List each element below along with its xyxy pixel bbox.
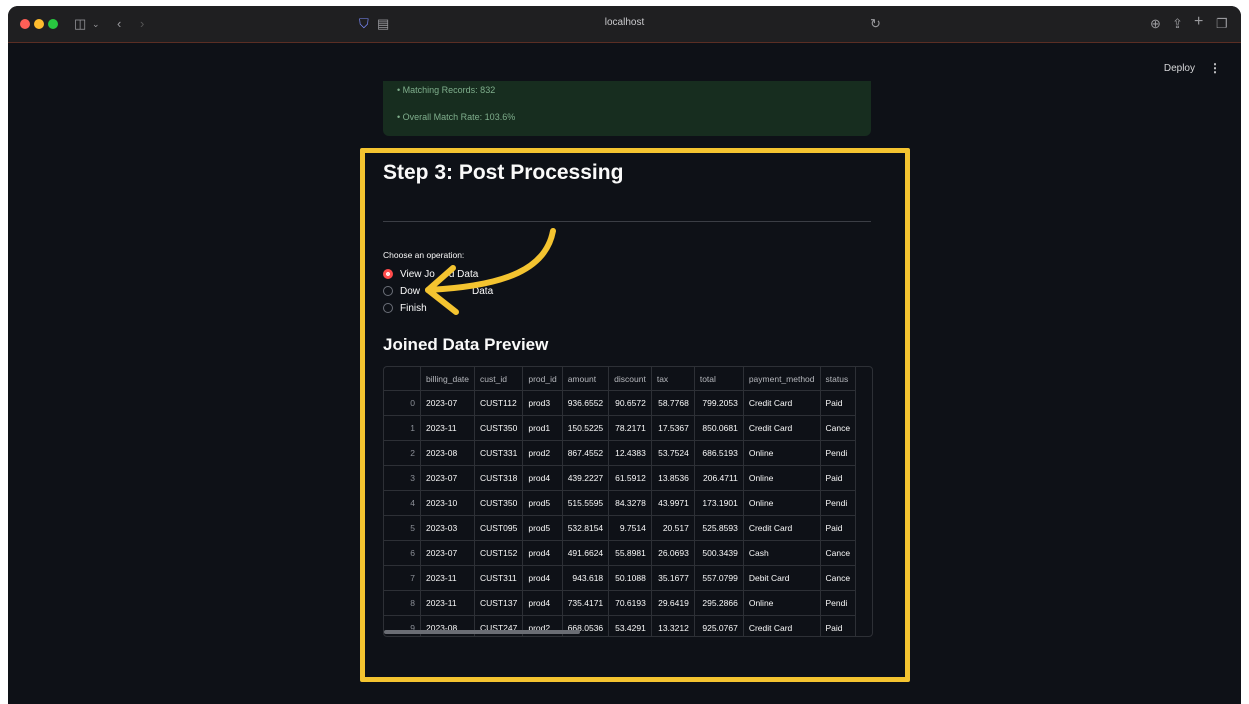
annotation-arrow-icon [425, 228, 556, 315]
browser-window: ◫ ⌄ ‹ › ⛉ ▤ localhost ↻ ⊕ ⇪ + ❐ Deploy ⋮… [8, 6, 1241, 704]
